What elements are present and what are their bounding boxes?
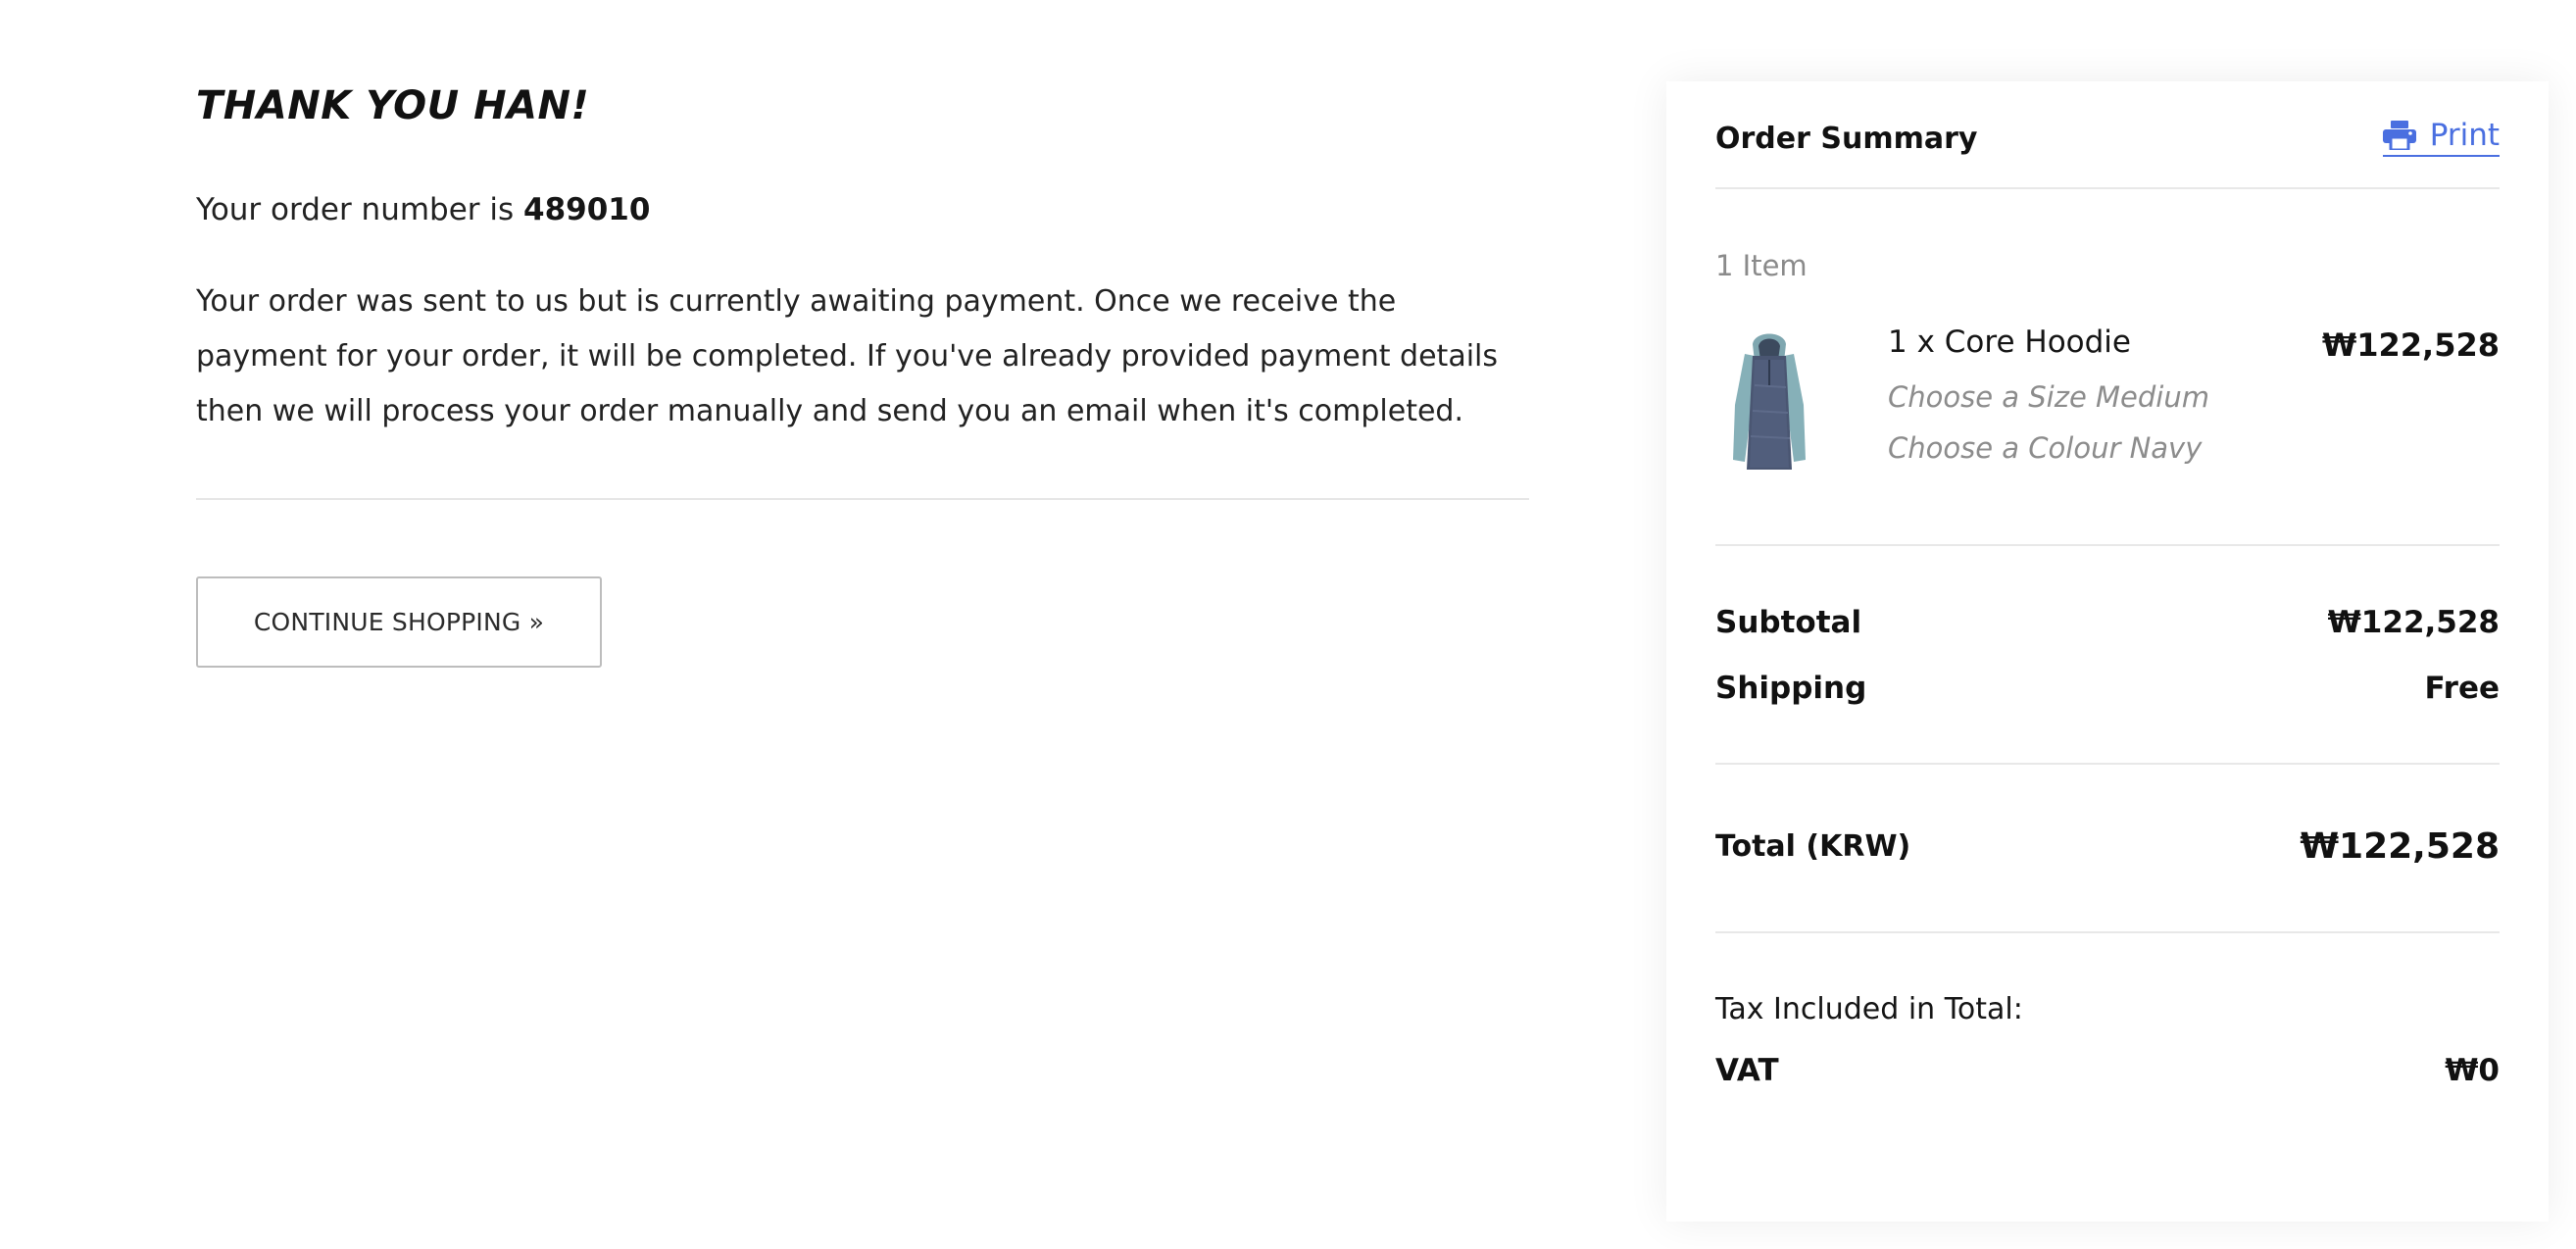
- total-value: ₩122,528: [2300, 826, 2500, 867]
- line-item: 1 x Core Hoodie Choose a Size Medium Cho…: [1715, 323, 2500, 487]
- tax-section: Tax Included in Total: VAT ₩0: [1715, 933, 2500, 1092]
- section-divider: [196, 498, 1529, 500]
- vat-value: ₩0: [2445, 1053, 2500, 1088]
- hoodie-thumbnail: [1715, 326, 1823, 474]
- order-summary-title: Order Summary: [1715, 121, 1978, 156]
- print-link[interactable]: Print: [2382, 118, 2500, 157]
- print-label: Print: [2429, 118, 2500, 153]
- order-number-line: Your order number is 489010: [196, 188, 1529, 231]
- item-option-colour: Choose a Colour Navy: [1888, 431, 2203, 465]
- shipping-label: Shipping: [1715, 671, 1867, 706]
- subtotal-row: Subtotal ₩122,528: [1715, 601, 2500, 644]
- item-count: 1 Item: [1715, 249, 1808, 282]
- total-row: Total (KRW) ₩122,528: [1715, 765, 2500, 931]
- line-item-details: 1 x Core Hoodie Choose a Size Medium Cho…: [1888, 323, 2322, 474]
- item-name: 1 x Core Hoodie: [1888, 325, 2131, 360]
- total-label: Total (KRW): [1715, 829, 1911, 864]
- subtotal-label: Subtotal: [1715, 605, 1862, 640]
- awaiting-payment-message: Your order was sent to us but is current…: [196, 284, 1498, 428]
- thank-you-heading: THANK YOU HAN!: [196, 83, 590, 128]
- subtotals: Subtotal ₩122,528 Shipping Free: [1715, 546, 2500, 763]
- tax-heading: Tax Included in Total:: [1715, 992, 2023, 1026]
- order-number: 489010: [523, 192, 651, 227]
- subtotal-value: ₩122,528: [2327, 605, 2500, 640]
- continue-shopping-button[interactable]: CONTINUE SHOPPING »: [196, 576, 602, 668]
- vat-row: VAT ₩0: [1715, 1049, 2500, 1092]
- order-summary-header: Order Summary Print: [1715, 81, 2500, 189]
- shipping-value: Free: [2424, 671, 2500, 706]
- order-number-prefix: Your order number is: [196, 192, 524, 227]
- order-summary-panel: Order Summary Print 1 Item 1 x Core Hood…: [1666, 81, 2549, 1222]
- vat-label: VAT: [1715, 1053, 1779, 1088]
- order-confirmation: THANK YOU HAN! Your order number is 4890…: [196, 78, 1529, 668]
- shipping-row: Shipping Free: [1715, 667, 2500, 710]
- item-price: ₩122,528: [2321, 326, 2500, 364]
- printer-icon: [2382, 121, 2416, 150]
- item-option-size: Choose a Size Medium: [1888, 380, 2209, 414]
